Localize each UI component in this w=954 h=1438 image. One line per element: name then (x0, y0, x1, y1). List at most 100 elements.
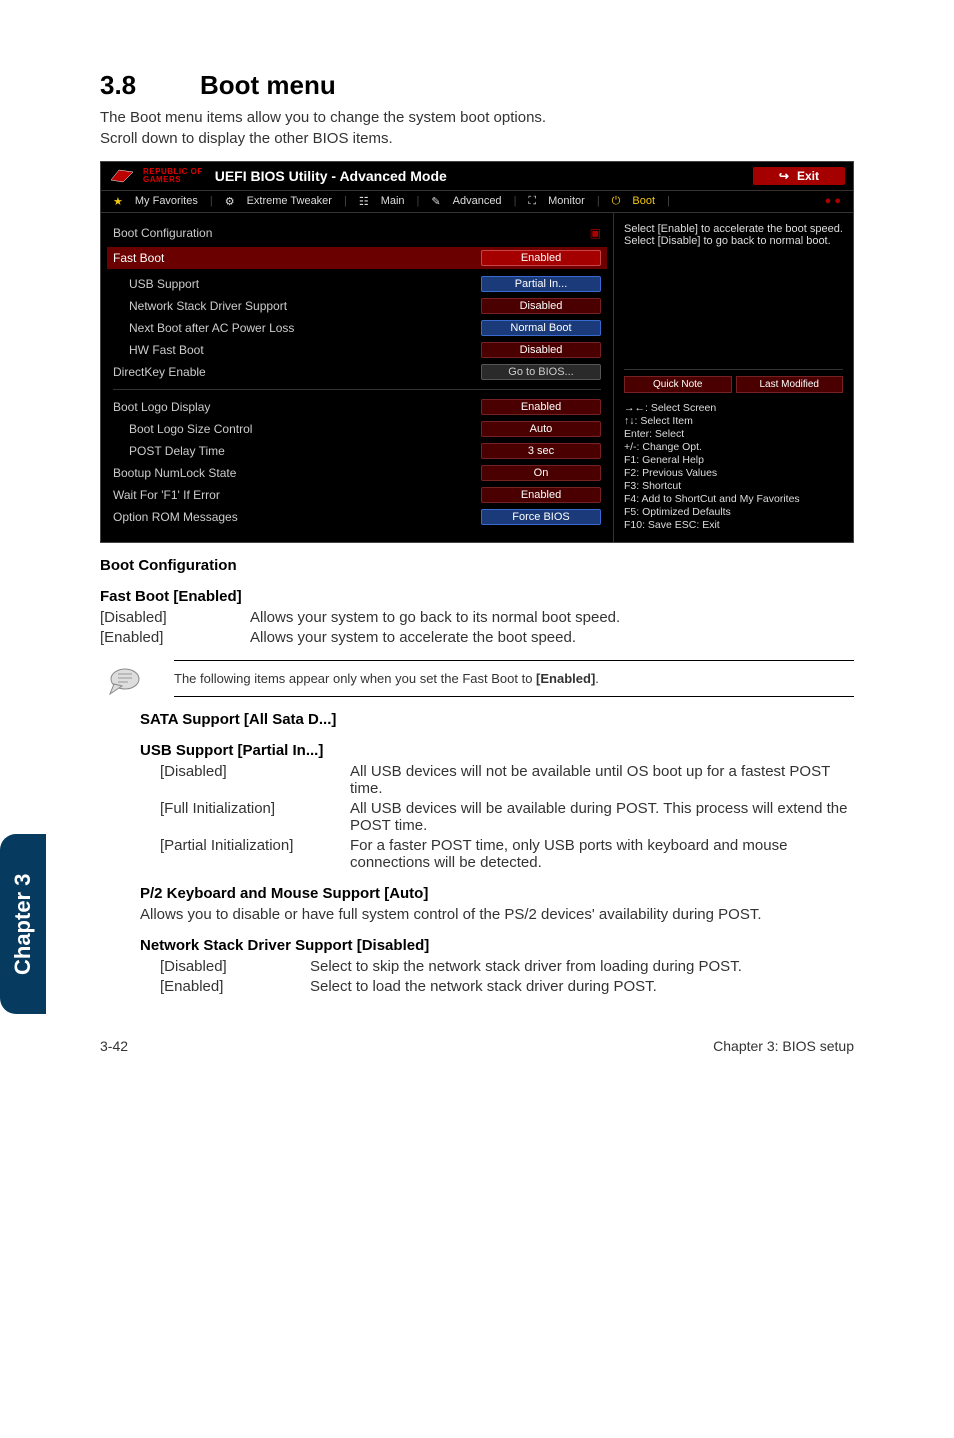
tab-main[interactable]: Main (381, 195, 405, 208)
fb-enabled-k: [Enabled] (100, 629, 250, 646)
tab-favorites[interactable]: My Favorites (135, 195, 198, 208)
net-disabled-v: Select to skip the network stack driver … (310, 958, 854, 975)
row-rom-msg[interactable]: Option ROM Messages Force BIOS (113, 506, 601, 528)
tab-tweaker-icon: ⚙ (225, 195, 235, 208)
heading-ps2: P/2 Keyboard and Mouse Support [Auto] (140, 885, 854, 902)
chapter-label: Chapter 3: BIOS setup (713, 1038, 854, 1054)
fastboot-options: [Disabled]Allows your system to go back … (100, 609, 854, 646)
row-directkey[interactable]: DirectKey Enable Go to BIOS... (113, 361, 601, 383)
label-boot-logo: Boot Logo Display (113, 400, 210, 414)
row-fast-boot[interactable]: Fast Boot Enabled (107, 247, 607, 269)
bios-tab-bar: ★ My Favorites| ⚙ Extreme Tweaker| ☷ Mai… (101, 191, 853, 213)
field-net-stack[interactable]: Disabled (481, 298, 601, 314)
favorites-icon: ★ (113, 195, 123, 208)
usb-partial-k: [Partial Initialization] (160, 837, 350, 871)
usb-options: [Disabled]All USB devices will not be av… (160, 763, 854, 871)
field-wait-f1[interactable]: Enabled (481, 487, 601, 503)
row-wait-f1[interactable]: Wait For 'F1' If Error Enabled (113, 484, 601, 506)
label-logo-size: Boot Logo Size Control (129, 422, 252, 436)
label-next-boot: Next Boot after AC Power Loss (129, 321, 294, 335)
field-directkey[interactable]: Go to BIOS... (481, 364, 601, 380)
tab-tweaker[interactable]: Extreme Tweaker (247, 195, 332, 208)
label-rom-msg: Option ROM Messages (113, 510, 238, 524)
fb-disabled-v: Allows your system to go back to its nor… (250, 609, 854, 626)
usb-disabled-v: All USB devices will not be available un… (350, 763, 854, 797)
label-fast-boot: Fast Boot (113, 251, 164, 265)
hk-f2: F2: Previous Values (624, 467, 843, 479)
label-wait-f1: Wait For 'F1' If Error (113, 488, 220, 502)
heading-usb: USB Support [Partial In...] (140, 742, 854, 759)
note-text: The following items appear only when you… (174, 660, 854, 697)
row-boot-logo[interactable]: Boot Logo Display Enabled (113, 396, 601, 418)
scroll-indicator-icon: ▣ (590, 226, 601, 240)
logo-text: REPUBLIC OF GAMERS (143, 168, 203, 184)
field-post-delay[interactable]: 3 sec (481, 443, 601, 459)
usb-disabled-k: [Disabled] (160, 763, 350, 797)
exit-button[interactable]: ↪ Exit (753, 167, 845, 185)
hk-select-screen: →←: Select Screen (624, 402, 843, 414)
label-post-delay: POST Delay Time (129, 444, 225, 458)
section-number: 3.8 (100, 70, 200, 101)
hk-f3: F3: Shortcut (624, 480, 843, 492)
row-usb-support[interactable]: USB Support Partial In... (113, 273, 601, 295)
note-block: The following items appear only when you… (108, 660, 854, 697)
field-rom-msg[interactable]: Force BIOS (481, 509, 601, 525)
heading-sata: SATA Support [All Sata D...] (140, 711, 854, 728)
fb-enabled-v: Allows your system to accelerate the boo… (250, 629, 854, 646)
bios-title: UEFI BIOS Utility - Advanced Mode (215, 168, 447, 184)
row-numlock[interactable]: Bootup NumLock State On (113, 462, 601, 484)
field-numlock[interactable]: On (481, 465, 601, 481)
note-icon (108, 662, 142, 696)
exit-label: Exit (797, 169, 819, 183)
row-next-boot[interactable]: Next Boot after AC Power Loss Normal Boo… (113, 317, 601, 339)
quick-note-button[interactable]: Quick Note (624, 376, 732, 393)
field-fast-boot[interactable]: Enabled (481, 250, 601, 266)
hotkey-list: →←: Select Screen ↑↓: Select Item Enter:… (624, 401, 843, 532)
chapter-tab: Chapter 3 (0, 834, 46, 1014)
usb-partial-v: For a faster POST time, only USB ports w… (350, 837, 854, 871)
bios-header: REPUBLIC OF GAMERS UEFI BIOS Utility - A… (101, 162, 853, 191)
context-help: Select [Enable] to accelerate the boot s… (624, 223, 843, 363)
usb-full-k: [Full Initialization] (160, 800, 350, 834)
heading-boot-config: Boot Configuration (100, 557, 854, 574)
hk-select-item: ↑↓: Select Item (624, 415, 843, 427)
hk-f4: F4: Add to ShortCut and My Favorites (624, 493, 843, 505)
tab-monitor-icon: ⛶ (528, 195, 536, 208)
tab-advanced[interactable]: Advanced (453, 195, 502, 208)
intro-2: Scroll down to display the other BIOS it… (100, 130, 854, 147)
tab-main-icon: ☷ (359, 195, 369, 208)
ps2-text: Allows you to disable or have full syste… (140, 906, 854, 923)
heading-fast-boot: Fast Boot [Enabled] (100, 588, 854, 605)
page-footer: 3-42 Chapter 3: BIOS setup (0, 1038, 954, 1084)
field-logo-size[interactable]: Auto (481, 421, 601, 437)
field-hw-fast[interactable]: Disabled (481, 342, 601, 358)
hk-enter: Enter: Select (624, 428, 843, 440)
field-next-boot[interactable]: Normal Boot (481, 320, 601, 336)
section-title: 3.8Boot menu (100, 70, 854, 101)
row-hw-fast[interactable]: HW Fast Boot Disabled (113, 339, 601, 361)
fb-disabled-k: [Disabled] (100, 609, 250, 626)
rog-logo-icon (109, 166, 135, 186)
hk-f5: F5: Optimized Defaults (624, 506, 843, 518)
tab-advanced-icon: ✎ (431, 195, 440, 208)
label-directkey: DirectKey Enable (113, 365, 206, 379)
tab-boot[interactable]: Boot (632, 195, 655, 208)
tabs-more[interactable]: ● ● (825, 195, 841, 208)
usb-full-v: All USB devices will be available during… (350, 800, 854, 834)
hk-f10: F10: Save ESC: Exit (624, 519, 843, 531)
hk-change: +/-: Change Opt. (624, 441, 843, 453)
hk-f1: F1: General Help (624, 454, 843, 466)
row-net-stack[interactable]: Network Stack Driver Support Disabled (113, 295, 601, 317)
bios-right-pane: Select [Enable] to accelerate the boot s… (613, 213, 853, 542)
label-numlock: Bootup NumLock State (113, 466, 236, 480)
field-usb-support[interactable]: Partial In... (481, 276, 601, 292)
field-boot-logo[interactable]: Enabled (481, 399, 601, 415)
row-logo-size[interactable]: Boot Logo Size Control Auto (113, 418, 601, 440)
boot-config-heading: Boot Configuration ▣ (113, 223, 601, 243)
net-options: [Disabled]Select to skip the network sta… (160, 958, 854, 995)
tab-boot-icon: ⏻ (612, 195, 621, 208)
label-hw-fast: HW Fast Boot (129, 343, 204, 357)
row-post-delay[interactable]: POST Delay Time 3 sec (113, 440, 601, 462)
last-modified-button[interactable]: Last Modified (736, 376, 844, 393)
tab-monitor[interactable]: Monitor (548, 195, 585, 208)
